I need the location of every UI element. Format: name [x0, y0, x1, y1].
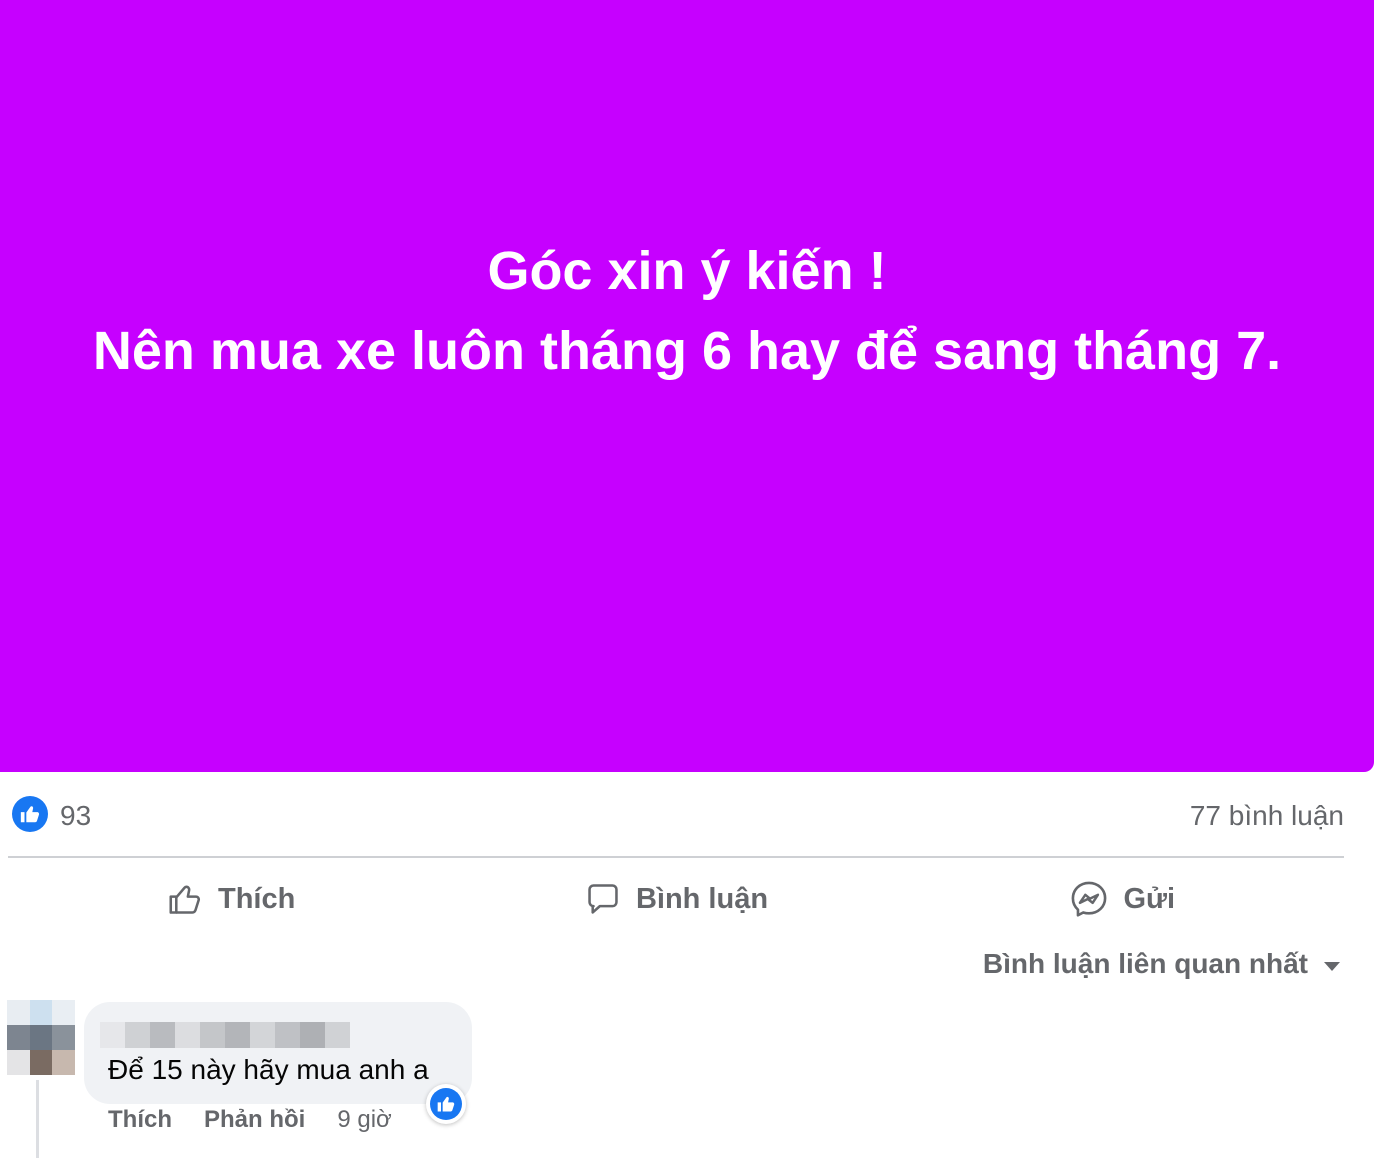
post-text: Góc xin ý kiến ! Nên mua xe luôn tháng 6… [93, 231, 1281, 391]
stats-divider [8, 856, 1344, 858]
comment-thread-line [36, 1080, 39, 1158]
post-stats: 93 77 bình luận [8, 790, 1344, 842]
thumbs-up-icon [166, 880, 204, 918]
like-count[interactable]: 93 [60, 800, 91, 832]
comment-reply-link[interactable]: Phản hồi [204, 1106, 305, 1134]
commenter-avatar[interactable] [7, 1000, 75, 1075]
comment-sort-label: Bình luận liên quan nhất [982, 948, 1308, 979]
comment-timestamp[interactable]: 9 giờ [337, 1106, 391, 1134]
comment-sort-dropdown[interactable]: Bình luận liên quan nhất [983, 948, 1342, 980]
send-button-label: Gửi [1123, 882, 1176, 915]
send-button[interactable]: Gửi [899, 862, 1344, 936]
comment-bubble: Để 15 này hãy mua anh a [84, 1002, 472, 1104]
comment-bubble-icon [584, 880, 622, 918]
comment-like-reaction[interactable] [426, 1084, 466, 1124]
thumbs-up-icon [430, 1088, 462, 1120]
like-button-label: Thích [217, 882, 296, 915]
like-reaction-icon[interactable] [12, 796, 48, 832]
facebook-post: Góc xin ý kiến ! Nên mua xe luôn tháng 6… [0, 0, 1374, 1158]
commenter-name-blurred[interactable] [100, 1022, 350, 1048]
comment-count[interactable]: 77 bình luận [1190, 800, 1344, 832]
post-text-banner[interactable]: Góc xin ý kiến ! Nên mua xe luôn tháng 6… [0, 0, 1374, 772]
messenger-icon [1068, 878, 1110, 920]
comment-button-label: Bình luận [635, 882, 769, 915]
comment-text: Để 15 này hãy mua anh a [108, 1054, 429, 1085]
like-button[interactable]: Thích [8, 862, 453, 936]
comment-button[interactable]: Bình luận [453, 862, 898, 936]
caret-down-icon [1322, 948, 1342, 980]
post-actions: Thích Bình luận Gửi [8, 862, 1344, 936]
post-body: Nên mua xe luôn tháng 6 hay để sang thán… [92, 321, 1282, 381]
comment-like-link[interactable]: Thích [108, 1106, 172, 1134]
post-headline: Góc xin ý kiến ! [487, 241, 887, 301]
comment-actions: Thích Phản hồi 9 giờ [108, 1106, 392, 1134]
